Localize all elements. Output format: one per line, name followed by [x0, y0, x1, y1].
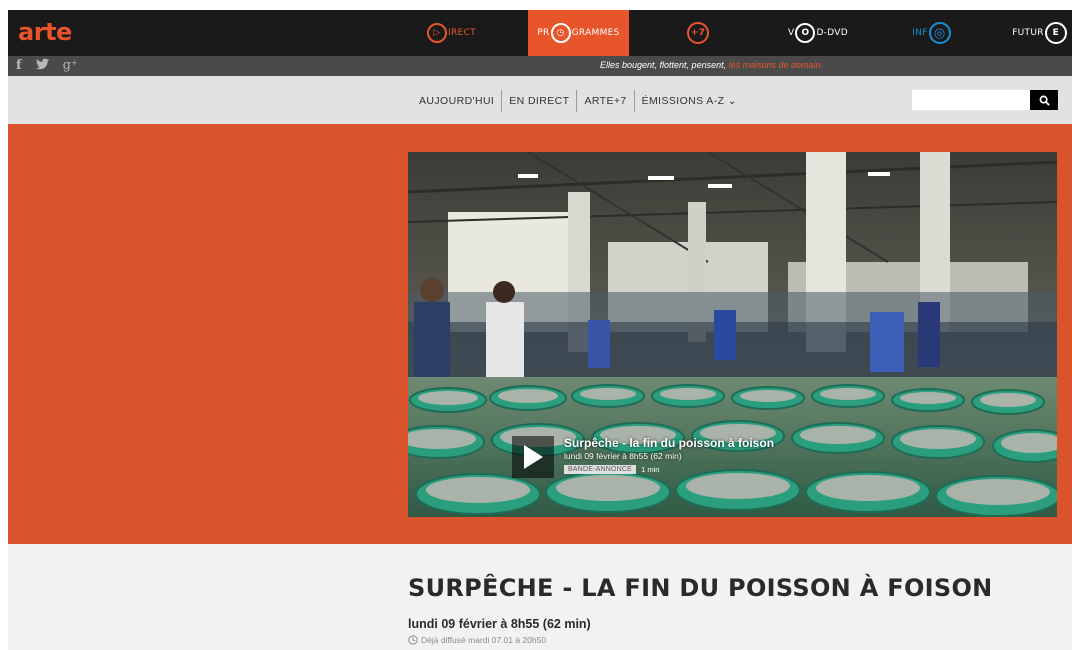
program-details: SURPÊCHE - LA FIN DU POISSON À FOISON lu…	[8, 544, 1072, 650]
program-date: lundi 09 février à 8h55 (62 min)	[408, 617, 591, 631]
nav-future[interactable]: FUTUR E	[1008, 10, 1072, 56]
nav-vod-dvd[interactable]: V O D-DVD	[768, 10, 868, 56]
nav-programmes-label-pre: PR	[537, 28, 550, 38]
rerun-text: Déjà diffusé mardi 07.01 à 20h50	[421, 635, 547, 645]
nav-vod-label: D-DVD	[816, 28, 848, 38]
social-links: f g⁺	[16, 58, 78, 74]
facebook-icon[interactable]: f	[16, 58, 22, 74]
rerun-info: Déjà diffusé mardi 07.01 à 20h50	[408, 635, 546, 645]
clock-icon: ◷	[550, 23, 571, 43]
search-button[interactable]	[1030, 90, 1058, 110]
arte-logo[interactable]: arte	[18, 18, 72, 46]
slogan-highlight-link[interactable]: les maisons de demain.	[729, 60, 824, 70]
video-date: lundi 09 février à 8h55 (62 min)	[564, 451, 682, 461]
play-icon	[524, 445, 543, 469]
video-player[interactable]: Surpêche - la fin du poisson à foison lu…	[408, 152, 1057, 517]
trailer-badge: BANDE-ANNONCE	[564, 465, 637, 474]
twitter-icon[interactable]	[35, 58, 49, 74]
play-circle-icon: ▷	[427, 23, 448, 43]
nav-future-label: FUTUR	[1012, 28, 1044, 38]
video-info: Surpêche - la fin du poisson à foison lu…	[564, 436, 774, 474]
hero-banner: Surpêche - la fin du poisson à foison lu…	[8, 124, 1072, 544]
target-icon: ◎	[928, 22, 951, 44]
subnav-en-direct[interactable]: EN DIRECT	[502, 95, 576, 107]
plus7-icon: +7	[687, 22, 709, 44]
video-title[interactable]: Surpêche - la fin du poisson à foison	[564, 436, 774, 450]
slogan[interactable]: Elles bougent, flottent, pensent, les ma…	[600, 60, 823, 70]
nav-info-label: INF	[912, 28, 928, 38]
subnav-arte-plus7[interactable]: ARTE+7	[577, 95, 633, 107]
programmes-subnav: AUJOURD'HUI EN DIRECT ARTE+7 ÉMISSIONS A…	[412, 90, 744, 112]
subnav-aujourdhui[interactable]: AUJOURD'HUI	[412, 95, 501, 107]
nav-direct-label: IRECT	[448, 28, 476, 38]
nav-info[interactable]: INF ◎	[902, 10, 962, 56]
nav-vod-label-pre: V	[787, 28, 795, 38]
nav-direct[interactable]: ▷ IRECT	[404, 10, 498, 56]
clock-icon	[408, 635, 418, 645]
nav-programmes[interactable]: PR ◷ GRAMMES	[528, 10, 629, 56]
social-slogan-bar: f g⁺ Elles bougent, flottent, pensent, l…	[8, 56, 1072, 76]
twitter-bird-svg	[35, 58, 49, 70]
nav-programmes-label: GRAMMES	[571, 28, 620, 38]
play-button[interactable]	[512, 436, 554, 478]
google-plus-icon[interactable]: g⁺	[63, 58, 78, 74]
search-icon	[1039, 95, 1050, 106]
page-title: SURPÊCHE - LA FIN DU POISSON À FOISON	[408, 574, 993, 602]
top-navigation-bar: arte ▷ IRECT PR ◷ GRAMMES +7 V O D-DVD I…	[8, 10, 1072, 56]
disc-icon: O	[795, 23, 816, 43]
video-info-overlay: Surpêche - la fin du poisson à foison lu…	[512, 436, 774, 478]
subnav-emissions-az[interactable]: ÉMISSIONS A-Z ⌄	[635, 95, 744, 107]
video-duration: 1 min	[641, 465, 660, 474]
video-meta: BANDE-ANNONCE 1 min	[564, 465, 774, 474]
secondary-navigation-bar: AUJOURD'HUI EN DIRECT ARTE+7 ÉMISSIONS A…	[8, 76, 1072, 124]
future-e-icon: E	[1044, 22, 1067, 44]
slogan-text: Elles bougent, flottent, pensent,	[600, 60, 727, 70]
nav-arte-plus7[interactable]: +7	[668, 10, 728, 56]
search-input[interactable]	[912, 90, 1030, 110]
